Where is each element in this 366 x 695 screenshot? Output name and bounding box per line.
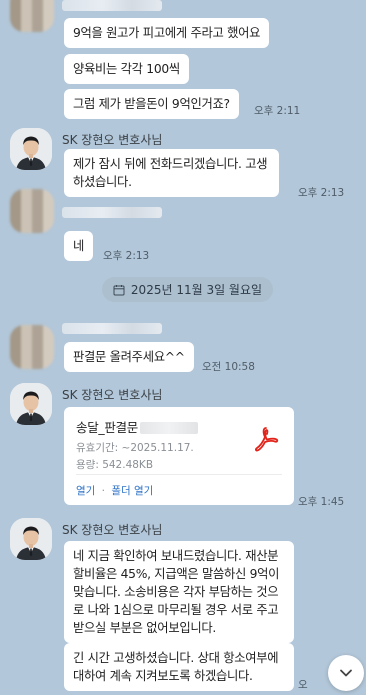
file-expiry: 유효기간: ~2025.11.17. [76, 442, 194, 454]
lawyer-avatar[interactable] [10, 518, 52, 560]
file-size: 용량: 542.48KB [76, 459, 154, 471]
date-divider-label: 2025년 11월 3일 월요일 [130, 283, 263, 297]
message-bubble[interactable]: 그럼 제가 받을돈이 9억인거죠? [64, 89, 239, 119]
file-name-text: 송달_판결문 [76, 420, 138, 435]
message-time: 오후 2:13 [103, 250, 150, 262]
date-divider: 2025년 11월 3일 월요일 [102, 277, 273, 302]
sender-avatar-blurred[interactable] [10, 325, 54, 369]
message-time: 오후 1:45 [298, 496, 345, 508]
message-time: 오후 2:11 [254, 105, 301, 117]
sender-name: SK 장현오 변호사님 [62, 133, 163, 147]
message-time: 오후 2:13 [298, 187, 345, 199]
chat-room: 9억을 원고가 피고에게 주라고 했어요 양육비는 각각 100씩 그럼 제가 … [0, 0, 366, 695]
sender-name: SK 장현오 변호사님 [62, 388, 163, 402]
sender-name: SK 장현오 변호사님 [62, 523, 163, 537]
open-folder-link[interactable]: 폴더 열기 [111, 485, 153, 497]
message-bubble[interactable]: 제가 잠시 뒤에 전화드리겠습니다. 고생하셨습니다. [64, 149, 279, 197]
open-file-link[interactable]: 열기 [76, 485, 95, 497]
file-actions: 열기 · 폴더 열기 [76, 483, 153, 498]
sender-name-blurred [62, 323, 162, 334]
sender-avatar-blurred[interactable] [10, 189, 54, 233]
sender-avatar-blurred[interactable] [10, 0, 54, 32]
lawyer-avatar[interactable] [10, 128, 52, 170]
message-bubble[interactable]: 네 지금 확인하여 보내드렸습니다. 재산분할비율은 45%, 지급액은 말씀하… [64, 541, 294, 643]
sender-name-blurred [62, 0, 162, 11]
message-bubble[interactable]: 9억을 원고가 피고에게 주라고 했어요 [64, 18, 270, 48]
pdf-icon [255, 427, 279, 452]
message-time: 오 [298, 679, 308, 691]
action-separator: · [101, 485, 106, 497]
message-bubble[interactable]: 판결문 올려주세요^^ [64, 342, 194, 372]
calendar-icon [113, 284, 125, 295]
file-divider [76, 474, 282, 475]
message-time: 오전 10:58 [202, 361, 255, 373]
lawyer-avatar[interactable] [10, 383, 52, 425]
message-bubble[interactable]: 긴 시간 고생하셨습니다. 상대 항소여부에 대하여 계속 지켜보도록 하겠습니… [64, 643, 294, 691]
file-name: 송달_판결문 [76, 417, 198, 436]
message-bubble[interactable]: 양육비는 각각 100씩 [64, 54, 189, 84]
sender-name-blurred [62, 207, 162, 218]
file-name-redacted [139, 422, 198, 434]
scroll-to-bottom-button[interactable] [328, 655, 364, 691]
message-bubble[interactable]: 네 [64, 231, 94, 261]
file-attachment-card[interactable]: 송달_판결문 유효기간: ~2025.11.17. 용량: 542.48KB 열… [64, 407, 294, 505]
chevron-down-icon [340, 669, 352, 677]
